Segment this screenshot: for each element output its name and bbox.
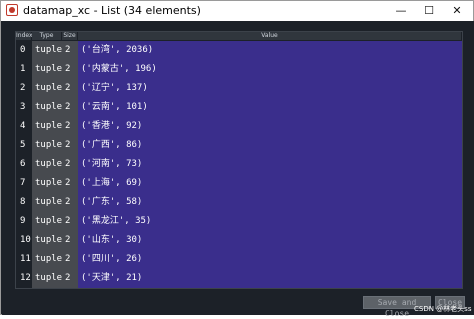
row-value-cell[interactable]: ('香港', 92)	[78, 117, 462, 136]
table-row[interactable]: 3 tuple 2 ('云南', 101)	[16, 98, 462, 117]
row-type-cell[interactable]: tuple	[32, 174, 62, 193]
row-type-cell[interactable]: tuple	[32, 79, 62, 98]
row-size-cell[interactable]: 2	[62, 60, 78, 79]
row-index-cell[interactable]: 2	[16, 79, 32, 98]
row-type-cell[interactable]: tuple	[32, 212, 62, 231]
row-size-cell[interactable]: 2	[62, 250, 78, 269]
row-type-cell[interactable]: tuple	[32, 269, 62, 288]
row-size-cell[interactable]: 2	[62, 269, 78, 288]
row-value-cell[interactable]: ('广西', 86)	[78, 136, 462, 155]
row-type-cell[interactable]: tuple	[32, 155, 62, 174]
row-size-cell[interactable]: 2	[62, 41, 78, 60]
row-type-cell[interactable]: tuple	[32, 98, 62, 117]
row-index-cell[interactable]: 9	[16, 212, 32, 231]
row-type-cell[interactable]: tuple	[32, 60, 62, 79]
table-row[interactable]: 12 tuple 2 ('天津', 21)	[16, 269, 462, 288]
row-type-cell[interactable]: tuple	[32, 250, 62, 269]
minimize-icon[interactable]: —	[387, 1, 415, 21]
title-bar[interactable]: datamap_xc - List (34 elements) — ☐ ✕	[1, 1, 473, 21]
row-value-cell[interactable]: ('内蒙古', 196)	[78, 60, 462, 79]
maximize-icon[interactable]: ☐	[415, 1, 443, 21]
row-type-cell[interactable]: tuple	[32, 41, 62, 60]
table-row[interactable]: 8 tuple 2 ('广东', 58)	[16, 193, 462, 212]
list-table[interactable]: Index Type Size Value 0 tuple 2 ('台湾', 2036…	[15, 31, 463, 289]
row-value-cell[interactable]: ('山东', 30)	[78, 231, 462, 250]
row-index-cell[interactable]: 1	[16, 60, 32, 79]
table-row[interactable]: 6 tuple 2 ('河南', 73)	[16, 155, 462, 174]
row-type-cell[interactable]: tuple	[32, 136, 62, 155]
row-index-cell[interactable]: 4	[16, 117, 32, 136]
row-index-cell[interactable]: 0	[16, 41, 32, 60]
table-row[interactable]: 4 tuple 2 ('香港', 92)	[16, 117, 462, 136]
row-size-cell[interactable]: 2	[62, 136, 78, 155]
row-index-cell[interactable]: 11	[16, 250, 32, 269]
column-header-index[interactable]: Index	[16, 32, 33, 40]
row-size-cell[interactable]: 2	[62, 98, 78, 117]
row-value-cell[interactable]: ('黑龙江', 35)	[78, 212, 462, 231]
row-value-cell[interactable]: ('河南', 73)	[78, 155, 462, 174]
row-size-cell[interactable]: 2	[62, 79, 78, 98]
column-header-value[interactable]: Value	[78, 32, 462, 40]
row-index-cell[interactable]: 3	[16, 98, 32, 117]
row-value-cell[interactable]: ('天津', 21)	[78, 269, 462, 288]
window-title: datamap_xc - List (34 elements)	[23, 4, 201, 17]
column-header-type[interactable]: Type	[32, 32, 62, 40]
row-value-cell[interactable]: ('台湾', 2036)	[78, 41, 462, 60]
table-row[interactable]: 10 tuple 2 ('山东', 30)	[16, 231, 462, 250]
row-value-cell[interactable]: ('上海', 69)	[78, 174, 462, 193]
row-index-cell[interactable]: 12	[16, 269, 32, 288]
row-size-cell[interactable]: 2	[62, 174, 78, 193]
row-size-cell[interactable]: 2	[62, 193, 78, 212]
row-size-cell[interactable]: 2	[62, 212, 78, 231]
row-index-cell[interactable]: 6	[16, 155, 32, 174]
table-row[interactable]: 2 tuple 2 ('辽宁', 137)	[16, 79, 462, 98]
row-index-cell[interactable]: 7	[16, 174, 32, 193]
row-size-cell[interactable]: 2	[62, 155, 78, 174]
row-type-cell[interactable]: tuple	[32, 193, 62, 212]
row-size-cell[interactable]: 2	[62, 231, 78, 250]
row-type-cell[interactable]: tuple	[32, 117, 62, 136]
window-content: Index Type Size Value 0 tuple 2 ('台湾', 2036…	[2, 21, 474, 318]
close-window-icon[interactable]: ✕	[443, 1, 471, 21]
column-header-size[interactable]: Size	[62, 32, 78, 40]
table-row[interactable]: 7 tuple 2 ('上海', 69)	[16, 174, 462, 193]
row-index-cell[interactable]: 8	[16, 193, 32, 212]
row-value-cell[interactable]: ('辽宁', 137)	[78, 79, 462, 98]
table-row[interactable]: 0 tuple 2 ('台湾', 2036)	[16, 41, 462, 60]
watermark-text: CSDN @林老头ss	[414, 305, 472, 313]
table-row[interactable]: 5 tuple 2 ('广西', 86)	[16, 136, 462, 155]
row-index-cell[interactable]: 10	[16, 231, 32, 250]
row-value-cell[interactable]: ('广东', 58)	[78, 193, 462, 212]
list-viewer-window: datamap_xc - List (34 elements) — ☐ ✕ In…	[0, 0, 474, 318]
row-value-cell[interactable]: ('云南', 101)	[78, 98, 462, 117]
app-icon	[6, 4, 18, 16]
row-value-cell[interactable]: ('四川', 26)	[78, 250, 462, 269]
row-type-cell[interactable]: tuple	[32, 231, 62, 250]
table-row[interactable]: 11 tuple 2 ('四川', 26)	[16, 250, 462, 269]
row-size-cell[interactable]: 2	[62, 117, 78, 136]
row-index-cell[interactable]: 5	[16, 136, 32, 155]
table-row[interactable]: 1 tuple 2 ('内蒙古', 196)	[16, 60, 462, 79]
table-row[interactable]: 9 tuple 2 ('黑龙江', 35)	[16, 212, 462, 231]
